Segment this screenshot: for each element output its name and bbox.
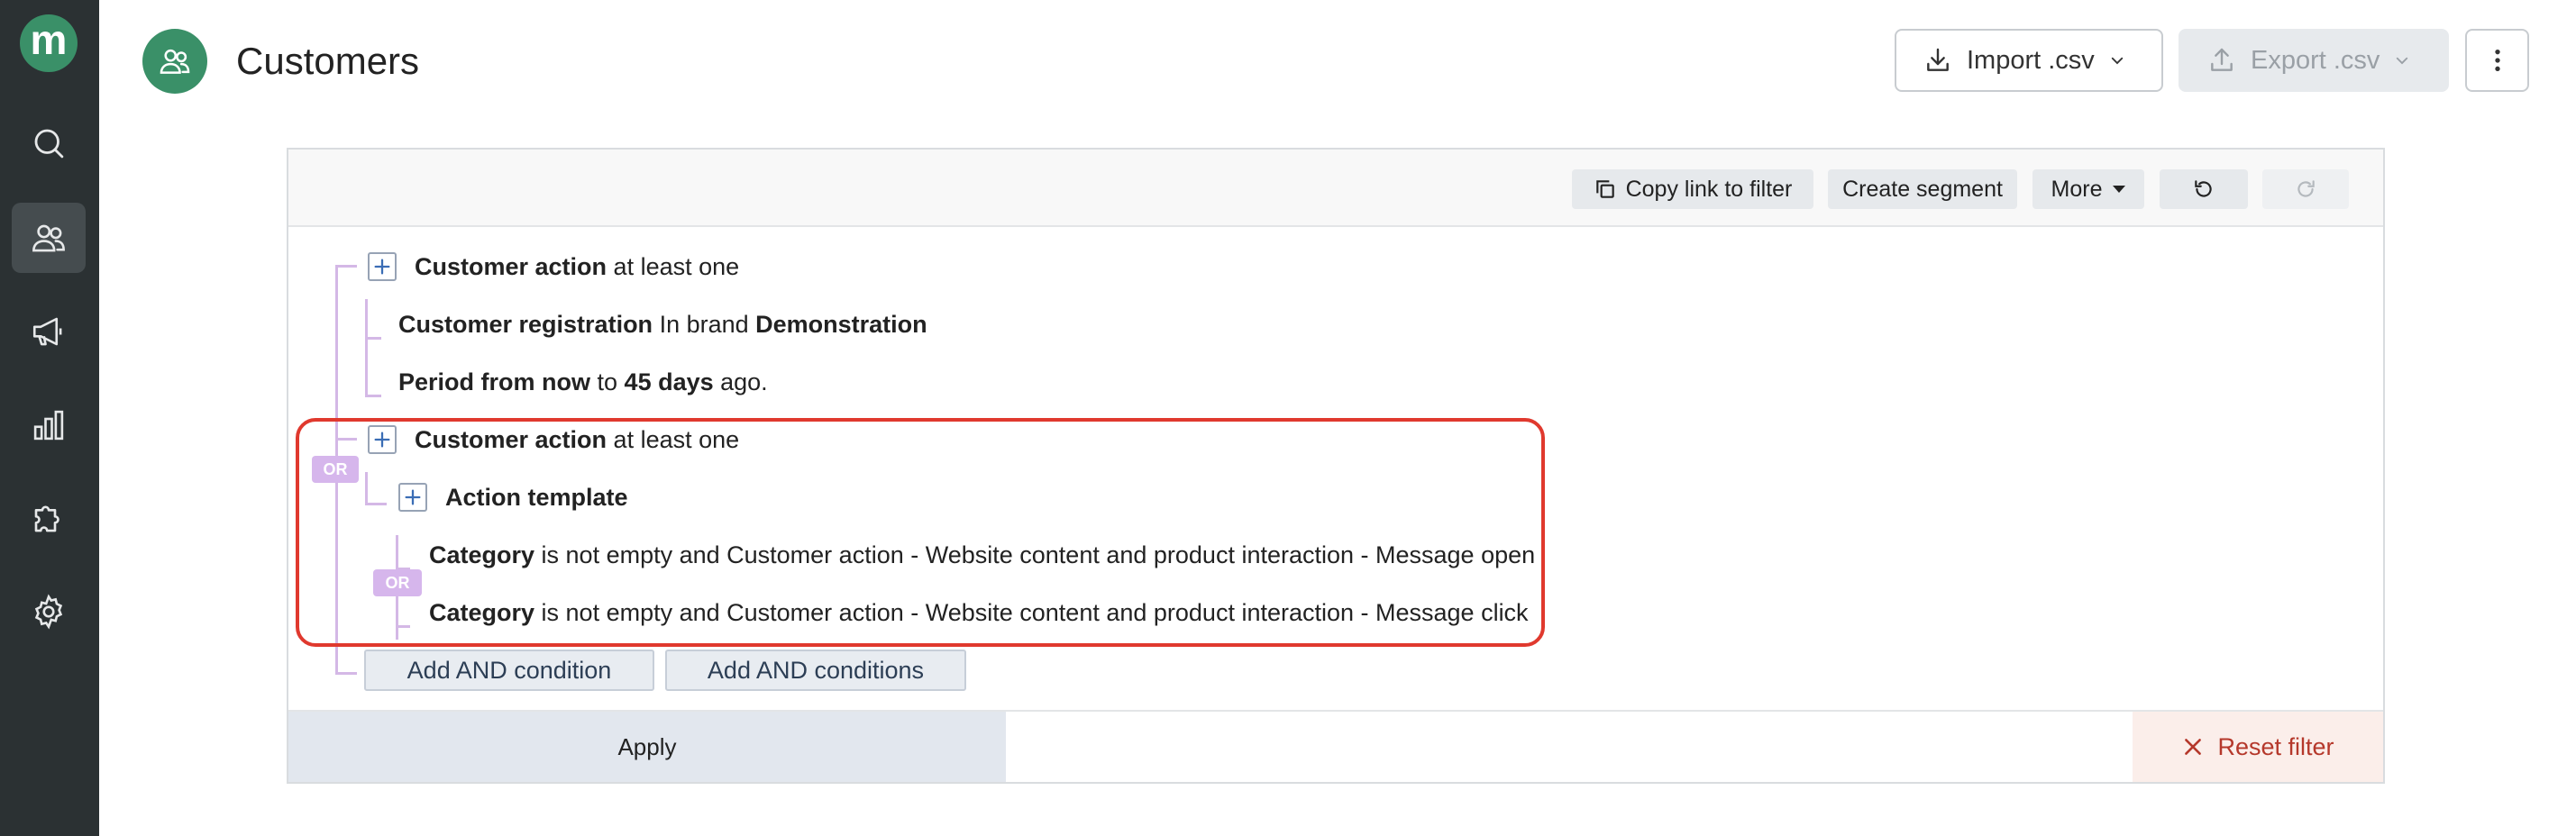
reset-filter-label: Reset filter [2217, 732, 2334, 760]
more-label: More [2051, 176, 2103, 202]
tree-line [335, 265, 357, 268]
filter-panel: Copy link to filter Create segment More … [287, 148, 2385, 784]
copy-link-button[interactable]: Copy link to filter [1572, 169, 1813, 209]
sidebar-item-customers[interactable] [12, 203, 86, 273]
tree-line [365, 395, 381, 397]
sidebar: m [0, 0, 99, 836]
filter-footer: Apply Reset filter [288, 710, 2383, 782]
condition-detail: In brand [653, 311, 756, 338]
gear-icon [34, 594, 63, 630]
users-icon [32, 224, 65, 252]
filter-toolbar: Copy link to filter Create segment More [288, 150, 2383, 227]
condition-detail: to [590, 368, 625, 395]
undo-button[interactable] [2160, 169, 2248, 209]
more-button[interactable]: More [2032, 169, 2144, 209]
sidebar-item-search[interactable] [12, 108, 86, 178]
caret-down-icon [2113, 186, 2126, 193]
sidebar-item-campaigns[interactable] [12, 296, 86, 367]
import-csv-label: Import .csv [1967, 45, 2095, 75]
sidebar-item-integrations[interactable] [12, 483, 86, 553]
plus-icon [374, 259, 390, 275]
redo-button[interactable] [2262, 169, 2349, 209]
tree-line [365, 337, 381, 340]
close-icon [2181, 735, 2205, 759]
chevron-down-icon [2109, 52, 2125, 68]
export-csv-button[interactable]: Export .csv [2179, 29, 2449, 92]
bar-chart-icon [33, 410, 64, 441]
condition-value: 45 days [624, 368, 714, 395]
condition-name: Period from now [398, 368, 591, 395]
puzzle-icon [34, 505, 59, 532]
users-icon [160, 49, 190, 74]
upload-icon [2207, 46, 2236, 75]
export-csv-label: Export .csv [2251, 45, 2380, 75]
more-actions-button[interactable] [2465, 29, 2529, 92]
download-icon [1923, 46, 1952, 75]
copy-icon [1594, 177, 1617, 201]
redo-icon [2297, 180, 2315, 197]
reset-filter-button[interactable]: Reset filter [2133, 712, 2383, 782]
condition-row[interactable]: Customer action at least one [415, 250, 739, 283]
condition-detail: at least one [607, 253, 740, 280]
megaphone-icon [32, 317, 62, 346]
condition-row[interactable]: Period from now to 45 days ago. [398, 366, 768, 398]
kebab-menu-icon [2494, 50, 2500, 71]
create-segment-label: Create segment [1842, 176, 2003, 202]
condition-name: Customer action [415, 253, 607, 280]
expand-button[interactable] [368, 252, 397, 281]
condition-value: Demonstration [755, 311, 927, 338]
add-and-conditions-button[interactable]: Add AND conditions [665, 650, 966, 691]
create-segment-button[interactable]: Create segment [1828, 169, 2017, 209]
page-icon [142, 29, 207, 94]
apply-button[interactable]: Apply [288, 712, 1006, 782]
tree-line [335, 672, 357, 675]
highlight-frame [296, 418, 1545, 647]
app-logo[interactable]: m [20, 14, 78, 72]
add-and-condition-button[interactable]: Add AND condition [364, 650, 654, 691]
copy-link-label: Copy link to filter [1625, 176, 1793, 202]
import-csv-button[interactable]: Import .csv [1895, 29, 2163, 92]
sidebar-item-settings[interactable] [12, 577, 86, 647]
condition-name: Customer registration [398, 311, 653, 338]
undo-icon [2195, 180, 2212, 197]
search-icon [34, 129, 64, 159]
logo-letter: m [30, 16, 68, 63]
sidebar-item-analytics[interactable] [12, 390, 86, 460]
tree-line [365, 299, 368, 396]
condition-detail: ago. [713, 368, 768, 395]
chevron-down-icon [2394, 52, 2410, 68]
condition-row[interactable]: Customer registration In brand Demonstra… [398, 308, 927, 341]
page-title: Customers [236, 40, 420, 82]
